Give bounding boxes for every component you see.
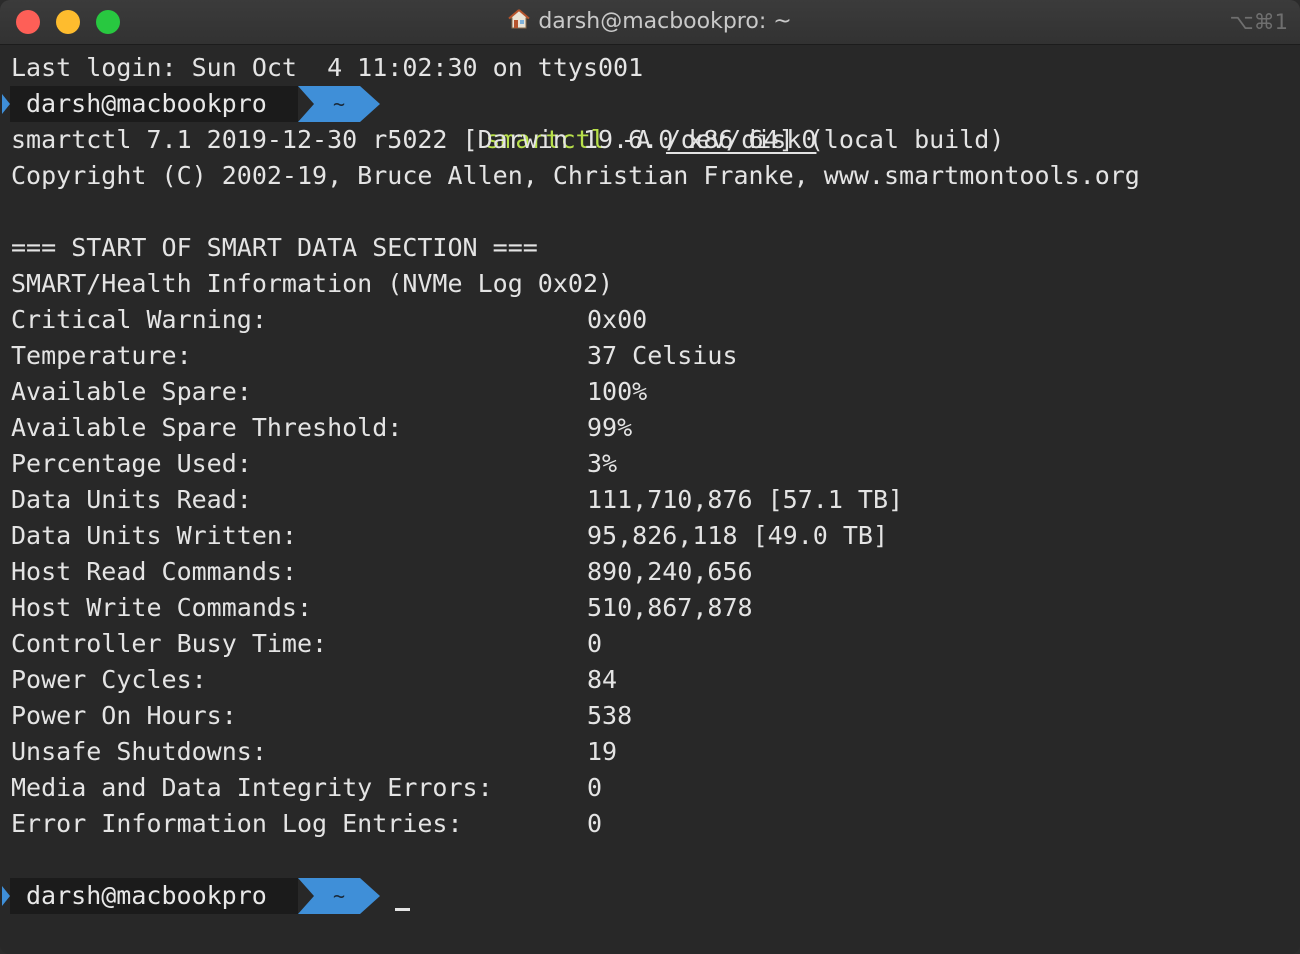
smart-row: Data Units Written: 95,826,118 [49.0 TB]: [11, 518, 888, 554]
smart-key: Host Read Commands:: [11, 557, 297, 586]
smart-key: Available Spare:: [11, 377, 252, 406]
home-icon: [508, 8, 530, 38]
smart-row: Percentage Used: 3%: [11, 446, 617, 482]
smart-row: Temperature: 37 Celsius: [11, 338, 738, 374]
smart-value: 0x00: [587, 305, 648, 334]
smart-key: Critical Warning:: [11, 305, 267, 334]
smart-row: Power On Hours: 538: [11, 698, 632, 734]
last-login-line: Last login: Sun Oct 4 11:02:30 on ttys00…: [11, 53, 644, 82]
smart-value: 510,867,878: [587, 593, 753, 622]
prompt-marker-icon: [2, 94, 10, 114]
smart-row: Media and Data Integrity Errors: 0: [11, 770, 602, 806]
smart-key: Power On Hours:: [11, 701, 237, 730]
prompt-user: darsh@macbookpro: [10, 86, 298, 122]
smart-key: Data Units Read:: [11, 485, 252, 514]
smart-key: Error Information Log Entries:: [11, 809, 463, 838]
smart-value: 84: [587, 665, 618, 694]
prompt-directory: ~: [298, 86, 380, 122]
smart-key: Unsafe Shutdowns:: [11, 737, 267, 766]
smart-row: Error Information Log Entries: 0: [11, 806, 602, 842]
terminal-content[interactable]: Last login: Sun Oct 4 11:02:30 on ttys00…: [0, 45, 1300, 954]
smart-row: Host Read Commands: 890,240,656: [11, 554, 753, 590]
input-line[interactable]: [0, 878, 420, 914]
smart-key: Available Spare Threshold:: [11, 413, 403, 442]
smart-value: 0: [587, 809, 603, 838]
smart-value: 100%: [587, 377, 648, 406]
smart-value: 0: [587, 773, 603, 802]
version-line: smartctl 7.1 2019-12-30 r5022 [Darwin 19…: [11, 125, 1005, 154]
smart-row: Unsafe Shutdowns: 19: [11, 734, 617, 770]
smart-value: 111,710,876 [57.1 TB]: [587, 485, 904, 514]
smart-row: Available Spare Threshold: 99%: [11, 410, 632, 446]
smart-key: Data Units Written:: [11, 521, 297, 550]
terminal-window: darsh@macbookpro: ~ ⌥⌘1 Last login: Sun …: [0, 0, 1300, 954]
smart-value: 37 Celsius: [587, 341, 738, 370]
smart-row: Host Write Commands: 510,867,878: [11, 590, 753, 626]
smart-value: 99%: [587, 413, 633, 442]
copyright-line: Copyright (C) 2002-19, Bruce Allen, Chri…: [11, 161, 1140, 190]
smart-row: Controller Busy Time: 0: [11, 626, 602, 662]
smart-row: Data Units Read: 111,710,876 [57.1 TB]: [11, 482, 903, 518]
smart-key: Temperature:: [11, 341, 192, 370]
smart-key: Controller Busy Time:: [11, 629, 328, 658]
section-start-line: === START OF SMART DATA SECTION ===: [11, 233, 538, 262]
smart-value: 538: [587, 701, 633, 730]
smart-row: Critical Warning: 0x00: [11, 302, 647, 338]
window-shortcut: ⌥⌘1: [1229, 10, 1288, 34]
command-prompt: darsh@macbookpro ~: [0, 86, 384, 122]
smart-value: 890,240,656: [587, 557, 753, 586]
window-title: darsh@macbookpro: ~: [538, 9, 792, 34]
smart-value: 0: [587, 629, 603, 658]
smart-row: Available Spare: 100%: [11, 374, 647, 410]
smart-value: 19: [587, 737, 618, 766]
text-cursor: [395, 908, 410, 911]
smart-value: 3%: [587, 449, 618, 478]
smart-key: Power Cycles:: [11, 665, 207, 694]
window-title-group: darsh@macbookpro: ~: [0, 8, 1300, 38]
title-bar[interactable]: darsh@macbookpro: ~ ⌥⌘1: [0, 0, 1300, 45]
section-title-line: SMART/Health Information (NVMe Log 0x02): [11, 269, 614, 298]
smart-key: Media and Data Integrity Errors:: [11, 773, 493, 802]
smart-row: Power Cycles: 84: [11, 662, 617, 698]
smart-value: 95,826,118 [49.0 TB]: [587, 521, 889, 550]
smart-key: Host Write Commands:: [11, 593, 313, 622]
smart-key: Percentage Used:: [11, 449, 252, 478]
